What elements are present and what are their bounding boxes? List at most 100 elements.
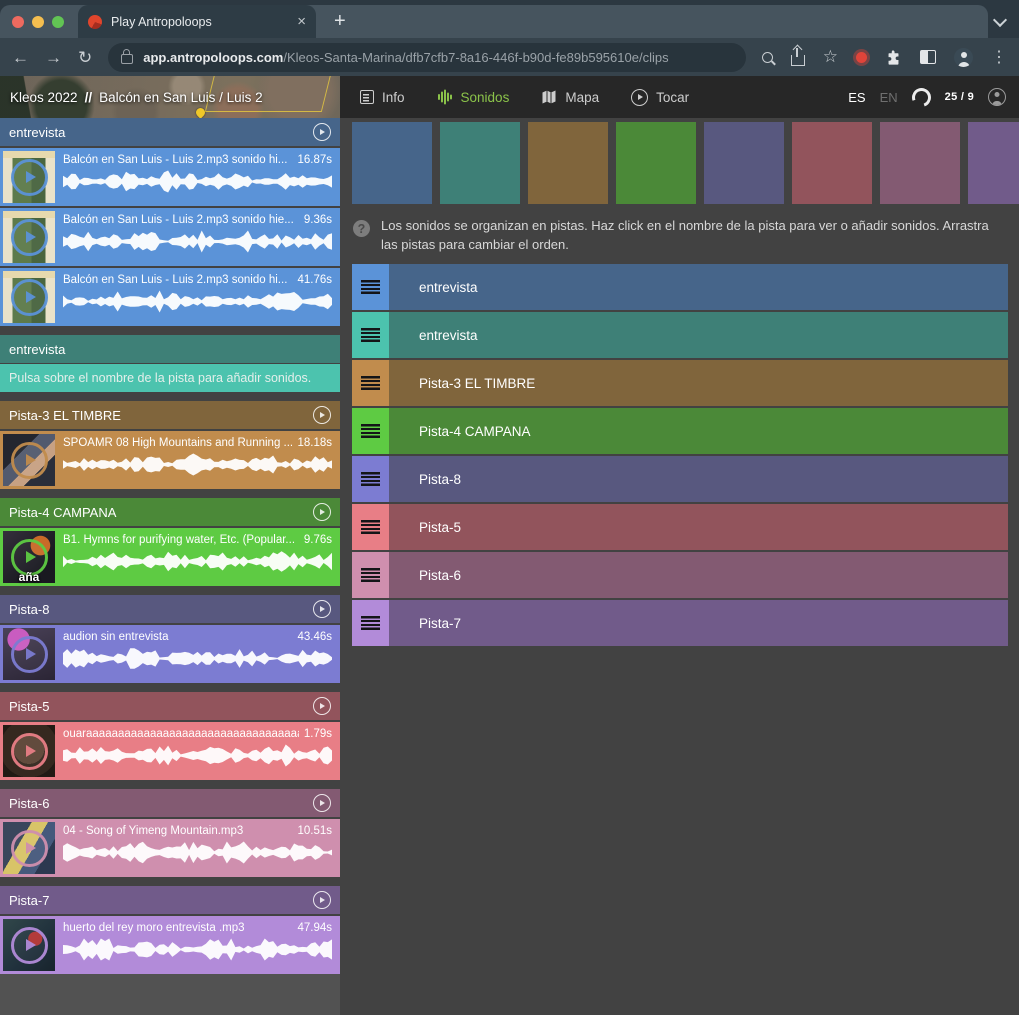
reload-button[interactable]: ↻ [78, 49, 92, 66]
track-color-swatch[interactable] [440, 122, 520, 204]
track-header[interactable]: Pista-8 [0, 595, 340, 623]
track-color-swatch[interactable] [968, 122, 1019, 204]
clip-item[interactable]: Balcón en San Luis - Luis 2.mp3 sonido h… [0, 208, 340, 266]
side-panel-icon[interactable] [920, 50, 936, 64]
track-row-label: Pista-6 [389, 552, 461, 598]
clip-play-icon[interactable] [11, 636, 48, 673]
track-header[interactable]: Pista-3 EL TIMBRE [0, 401, 340, 429]
track-play-button[interactable] [313, 503, 331, 521]
map-banner[interactable]: Kleos 2022//Balcón en San Luis / Luis 2 [0, 76, 340, 118]
play-circle-icon [631, 89, 648, 106]
track-play-button[interactable] [313, 600, 331, 618]
lock-icon[interactable] [121, 54, 133, 64]
share-icon[interactable] [791, 55, 805, 66]
track-color-swatch[interactable] [880, 122, 960, 204]
loading-spinner-icon [909, 84, 934, 109]
play-triangle-icon [26, 551, 36, 563]
zoom-icon[interactable] [762, 52, 773, 63]
play-triangle-icon [320, 800, 325, 806]
track-color-swatch[interactable] [616, 122, 696, 204]
toolbar-icons: ☆ ⋮ [762, 47, 1007, 67]
nav-item-info[interactable]: Info [360, 90, 405, 105]
clip-item[interactable]: SPOAMR 08 High Mountains and Running ...… [0, 431, 340, 489]
track-name: entrevista [9, 342, 65, 357]
address-bar[interactable]: app.antropoloops.com/Kleos-Santa-Marina/… [108, 43, 746, 72]
track-drag-handle[interactable] [352, 600, 389, 646]
tab-close-icon[interactable]: × [291, 13, 306, 30]
clip-play-icon[interactable] [11, 219, 48, 256]
extensions-puzzle-icon[interactable] [885, 49, 902, 66]
track-play-button[interactable] [313, 697, 331, 715]
track-row[interactable]: Pista-5 [352, 504, 1008, 550]
clip-item[interactable]: añaB1. Hymns for purifying water, Etc. (… [0, 528, 340, 586]
lang-en-button[interactable]: EN [880, 90, 898, 105]
clip-item[interactable]: ouaraaaaaaaaaaaaaaaaaaaaaaaaaaaaaaaaaaaa… [0, 722, 340, 780]
clip-play-icon[interactable] [11, 442, 48, 479]
track-row[interactable]: Pista-6 [352, 552, 1008, 598]
clip-item[interactable]: 04 - Song of Yimeng Mountain.mp310.51s [0, 819, 340, 877]
track-play-button[interactable] [313, 123, 331, 141]
track-play-button[interactable] [313, 794, 331, 812]
clip-item[interactable]: Balcón en San Luis - Luis 2.mp3 sonido h… [0, 268, 340, 326]
clip-item[interactable]: Balcón en San Luis - Luis 2.mp3 sonido h… [0, 148, 340, 206]
clip-play-icon[interactable] [11, 279, 48, 316]
browser-profile-avatar[interactable] [954, 48, 973, 67]
window-minimize-button[interactable] [32, 16, 44, 28]
track-row[interactable]: entrevista [352, 264, 1008, 310]
window-close-button[interactable] [12, 16, 24, 28]
track-row-label: Pista-3 EL TIMBRE [389, 360, 535, 406]
list-icon [360, 90, 374, 104]
track-row[interactable]: Pista-7 [352, 600, 1008, 646]
nav-item-tocar[interactable]: Tocar [631, 89, 689, 106]
window-zoom-button[interactable] [52, 16, 64, 28]
track-play-button[interactable] [313, 406, 331, 424]
tab-search-chevron-icon[interactable] [993, 13, 1007, 27]
track-header[interactable]: Pista-5 [0, 692, 340, 720]
track-drag-handle[interactable] [352, 360, 389, 406]
lang-es-button[interactable]: ES [848, 90, 865, 105]
track-play-button[interactable] [313, 891, 331, 909]
track-header[interactable]: entrevista [0, 335, 340, 363]
track-row[interactable]: entrevista [352, 312, 1008, 358]
browser-menu-icon[interactable]: ⋮ [991, 47, 1007, 67]
track-drag-handle[interactable] [352, 504, 389, 550]
track-header[interactable]: Pista-6 [0, 789, 340, 817]
clip-duration: 9.36s [304, 214, 332, 226]
clip-play-icon[interactable] [11, 159, 48, 196]
back-button[interactable]: ← [12, 49, 29, 66]
nav-item-mapa[interactable]: Mapa [541, 89, 599, 105]
play-triangle [638, 94, 643, 100]
play-triangle-icon [26, 939, 36, 951]
track-drag-handle[interactable] [352, 312, 389, 358]
track-section: Pista-3 EL TIMBRESPOAMR 08 High Mountain… [0, 401, 340, 489]
track-color-swatch[interactable] [704, 122, 784, 204]
track-drag-handle[interactable] [352, 456, 389, 502]
browser-tab[interactable]: Play Antropoloops × [78, 5, 316, 38]
track-color-swatch[interactable] [528, 122, 608, 204]
track-header[interactable]: entrevista [0, 118, 340, 146]
track-row[interactable]: Pista-8 [352, 456, 1008, 502]
account-icon[interactable] [988, 88, 1006, 106]
clip-head: Balcón en San Luis - Luis 2.mp3 sonido h… [63, 274, 332, 286]
track-color-swatch[interactable] [352, 122, 432, 204]
track-drag-handle[interactable] [352, 408, 389, 454]
clip-play-icon[interactable] [11, 830, 48, 867]
track-drag-handle[interactable] [352, 264, 389, 310]
nav-item-label: Info [382, 90, 405, 105]
record-extension-icon[interactable] [856, 52, 867, 63]
bookmark-star-icon[interactable]: ☆ [823, 47, 838, 67]
forward-button[interactable]: → [45, 49, 62, 66]
track-row[interactable]: Pista-3 EL TIMBRE [352, 360, 1008, 406]
track-row[interactable]: Pista-4 CAMPANA [352, 408, 1008, 454]
track-header[interactable]: Pista-4 CAMPANA [0, 498, 340, 526]
track-header[interactable]: Pista-7 [0, 886, 340, 914]
new-tab-button[interactable]: + [334, 10, 346, 33]
clip-item[interactable]: audion sin entrevista43.46s [0, 625, 340, 683]
clip-play-icon[interactable] [11, 927, 48, 964]
nav-item-sonidos[interactable]: Sonidos [437, 89, 510, 105]
track-drag-handle[interactable] [352, 552, 389, 598]
clip-waveform [63, 453, 332, 476]
track-color-swatch[interactable] [792, 122, 872, 204]
clip-item[interactable]: huerto del rey moro entrevista .mp347.94… [0, 916, 340, 974]
clip-play-icon[interactable] [11, 733, 48, 770]
